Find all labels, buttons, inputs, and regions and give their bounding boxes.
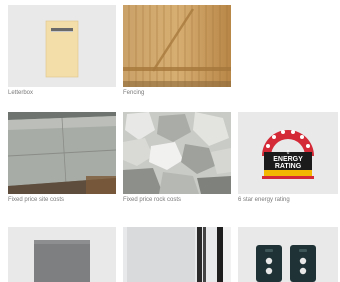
timber-fence-icon bbox=[123, 5, 231, 87]
tile-fencing[interactable] bbox=[123, 5, 231, 87]
letterbox-panel-icon bbox=[45, 20, 79, 78]
tile-letterbox[interactable] bbox=[8, 5, 116, 87]
concrete-slab-icon bbox=[8, 112, 116, 194]
tile-caption: Letterbox bbox=[8, 90, 34, 96]
badge-line2: RATING bbox=[275, 163, 302, 170]
remote-fob-icon bbox=[256, 245, 316, 282]
grey-panel-icon bbox=[34, 240, 90, 282]
glass-door-icon bbox=[123, 227, 231, 282]
energy-rating-badge-icon: 6 ENERGY RATING bbox=[262, 130, 314, 179]
badge-line1: ENERGY bbox=[273, 156, 303, 163]
tile-caption: Fixed price rock costs bbox=[123, 197, 182, 203]
tile-grey-panel[interactable] bbox=[8, 227, 116, 282]
tile-glass-door[interactable] bbox=[123, 227, 231, 282]
tile-caption: Fencing bbox=[123, 90, 145, 96]
tile-site-costs[interactable] bbox=[8, 112, 116, 194]
rock-rubble-icon bbox=[123, 112, 231, 194]
tile-caption: 6 star energy rating bbox=[238, 197, 290, 203]
tile-remote-fob[interactable] bbox=[238, 227, 338, 282]
tile-energy-rating[interactable]: 6 ENERGY RATING bbox=[238, 112, 338, 194]
tile-rock-costs[interactable] bbox=[123, 112, 231, 194]
tile-caption: Fixed price site costs bbox=[8, 197, 65, 203]
